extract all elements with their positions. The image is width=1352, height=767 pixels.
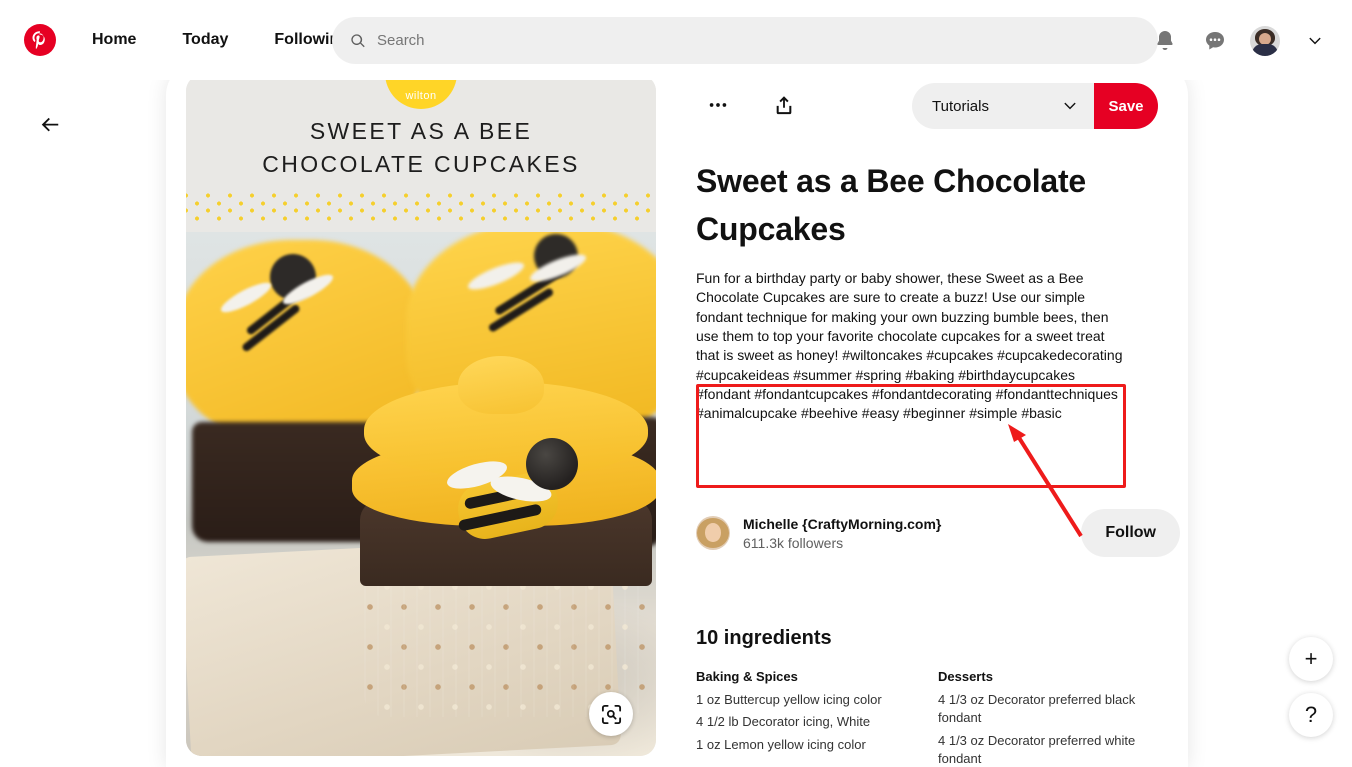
nav-item-today[interactable]: Today <box>172 23 238 57</box>
app-header: Home Today Following Search <box>0 0 1352 80</box>
header-icon-group <box>1142 18 1338 64</box>
share-upload-icon <box>776 96 792 115</box>
account-menu-button[interactable] <box>1292 18 1338 64</box>
ingredient-item: 4 1/2 lb Decorator icing, White <box>696 714 871 730</box>
pin-creator-row: Michelle {CraftyMorning.com} 611.3k foll… <box>696 505 1180 561</box>
banner-line-2: CHOCOLATE CUPCAKES <box>262 151 580 178</box>
chat-bubble-icon <box>1206 32 1224 50</box>
pin-closeup-card: wilton SWEET AS A BEE CHOCOLATE CUPCAKES <box>166 63 1188 767</box>
ingredient-item: 4 1/3 oz Decorator preferred black fonda… <box>938 692 1136 726</box>
bell-icon <box>1157 31 1173 50</box>
search-placeholder: Search <box>377 32 425 49</box>
pin-image-banner: wilton SWEET AS A BEE CHOCOLATE CUPCAKES <box>186 75 656 232</box>
floating-button-group: + ? <box>1289 637 1333 737</box>
chevron-down-icon <box>1309 37 1321 45</box>
ingredient-item: 1 oz Lemon yellow icing color <box>696 736 866 752</box>
creator-name[interactable]: Michelle {CraftyMorning.com} <box>743 516 941 532</box>
visual-search-icon <box>601 704 621 724</box>
pinterest-logo-icon[interactable] <box>24 24 56 56</box>
board-select[interactable]: Tutorials <box>912 83 1094 129</box>
ingredients-column-right: Desserts 4 1/3 oz Decorator preferred bl… <box>938 669 1144 767</box>
ingredients-column-left: Baking & Spices 1 oz Buttercup yellow ic… <box>696 669 902 767</box>
account-button[interactable] <box>1242 18 1288 64</box>
fondant-bee-front <box>444 438 604 548</box>
create-button[interactable]: + <box>1289 637 1333 681</box>
pinterest-pin-page: Home Today Following Search wilton SWEET… <box>0 0 1352 767</box>
more-horizontal-icon <box>709 103 727 107</box>
follow-button[interactable]: Follow <box>1081 509 1180 557</box>
search-input[interactable]: Search <box>332 17 1158 64</box>
chevron-down-icon <box>1064 102 1076 110</box>
ingredient-group-title: Baking & Spices <box>696 669 798 684</box>
save-button[interactable]: Save <box>1094 83 1158 129</box>
fondant-bee-back-left <box>217 254 337 353</box>
pin-title: Sweet as a Bee Chocolate Cupcakes <box>696 163 1087 247</box>
more-options-button[interactable] <box>696 83 740 127</box>
creator-info: Michelle {CraftyMorning.com} 611.3k foll… <box>743 516 941 551</box>
ingredient-group-title: Desserts <box>938 669 993 684</box>
messages-button[interactable] <box>1192 18 1238 64</box>
help-button[interactable]: ? <box>1289 693 1333 737</box>
pin-description: Fun for a birthday party or baby shower,… <box>696 270 1123 422</box>
polka-dot-divider <box>186 193 656 223</box>
pin-action-bar: Tutorials Save <box>696 75 1166 135</box>
ingredients-columns: Baking & Spices 1 oz Buttercup yellow ic… <box>696 669 1144 767</box>
pin-image[interactable]: wilton SWEET AS A BEE CHOCOLATE CUPCAKES <box>186 75 656 756</box>
nav-item-home[interactable]: Home <box>82 23 146 57</box>
back-button[interactable] <box>30 105 70 145</box>
ingredient-item: 4 1/3 oz Decorator preferred white fonda… <box>938 732 1136 767</box>
pin-image-banner-text: SWEET AS A BEE CHOCOLATE CUPCAKES <box>186 115 656 182</box>
notifications-button[interactable] <box>1142 18 1188 64</box>
wilton-brand-label: wilton <box>405 90 437 102</box>
search-icon <box>351 33 365 47</box>
creator-avatar[interactable] <box>696 516 730 550</box>
board-select-value: Tutorials <box>932 97 989 115</box>
cupcake-photo <box>186 232 656 756</box>
arrow-left-icon <box>41 117 59 132</box>
visual-search-button[interactable] <box>589 692 633 736</box>
pin-detail-column: Tutorials Save Sweet as a Bee Chocolate … <box>696 75 1180 767</box>
avatar <box>1250 26 1280 56</box>
ingredient-item: 1 oz Buttercup yellow icing color <box>696 692 882 707</box>
creator-follower-count: 611.3k followers <box>743 534 844 551</box>
banner-line-1: SWEET AS A BEE <box>309 118 533 144</box>
wilton-brand-badge: wilton <box>385 75 457 109</box>
ingredients-heading: 10 ingredients <box>696 627 832 649</box>
share-button[interactable] <box>762 83 806 127</box>
